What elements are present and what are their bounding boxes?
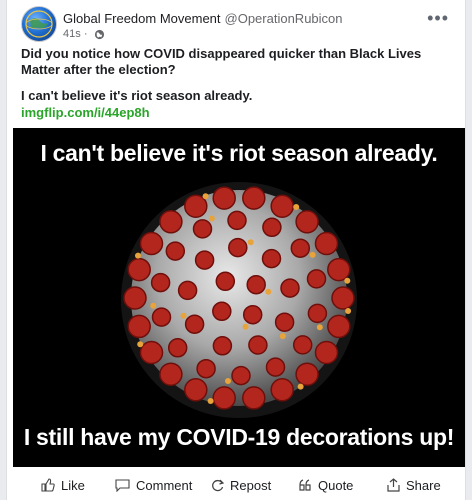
meme-top-caption: I can't believe it's riot season already… [40,140,438,166]
post-text-line2: I can't believe it's riot season already… [21,88,253,103]
comment-button[interactable]: Comment [115,478,192,495]
repost-label: Repost [230,478,272,493]
author-handle[interactable]: @OperationRubicon [225,11,343,26]
quote-button[interactable]: Quote [299,478,353,494]
post-meta: 41s · [63,28,105,40]
share-label: Share [406,478,441,493]
share-icon [387,478,400,495]
more-options-icon[interactable]: ••• [427,8,449,29]
repost-icon [211,479,225,495]
meme-image[interactable]: I can't believe it's riot season already… [13,128,465,467]
share-button[interactable]: Share [387,478,441,495]
post-text: Did you notice how COVID disappeared qui… [21,46,422,77]
meme-bottom-caption: I still have my COVID-19 decorations up! [23,424,455,450]
repost-button[interactable]: Repost [211,478,271,495]
meta-separator: · [83,28,88,40]
timestamp[interactable]: 41s [63,28,81,40]
globe-icon [94,29,104,39]
thumbs-up-icon [41,478,55,495]
post-header: Global Freedom Movement @OperationRubicon… [21,6,455,42]
comment-icon [115,479,130,495]
action-bar: Like Comment Repost Quote Share [7,474,465,500]
quote-icon [299,479,312,494]
post-card: Global Freedom Movement @OperationRubicon… [6,0,466,500]
like-label: Like [61,478,85,493]
like-button[interactable]: Like [41,478,85,495]
author-line: Global Freedom Movement @OperationRubicon [63,11,343,26]
post-link[interactable]: imgflip.com/i/44ep8h [21,105,150,120]
quote-label: Quote [318,478,354,493]
avatar[interactable] [21,6,57,42]
comment-label: Comment [136,478,193,493]
coronavirus-illustration [121,182,357,418]
globe-logo-icon [25,10,53,38]
author-name[interactable]: Global Freedom Movement [63,11,221,26]
